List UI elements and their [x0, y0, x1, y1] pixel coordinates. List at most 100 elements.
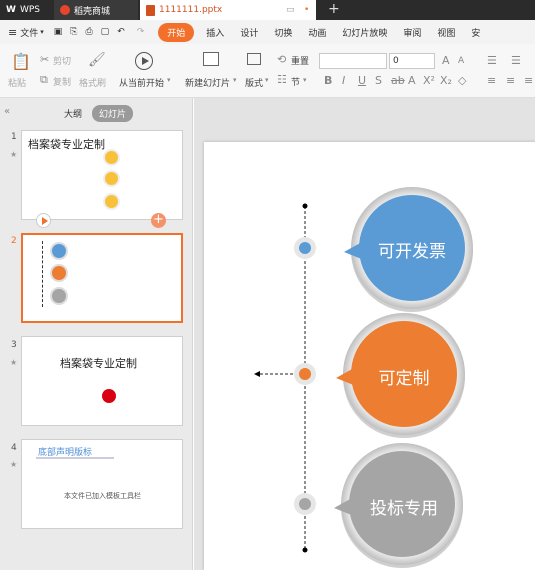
chevron-down-icon: ▾ — [233, 76, 237, 84]
document-tab-label: 1111111.pptx — [159, 5, 223, 15]
print-icon[interactable]: ⎙ — [85, 27, 92, 37]
chevron-down-icon: ▾ — [40, 28, 44, 36]
slide-4-line: 本文件已加入模板工具栏 — [64, 492, 141, 500]
tab-view[interactable]: 视图 — [429, 26, 463, 39]
add-slide-button[interactable]: + — [151, 213, 166, 228]
preview-icon[interactable]: ▢ — [101, 27, 110, 37]
bold-icon[interactable]: B — [324, 74, 332, 87]
document-tab[interactable]: 1111111.pptx ▭ • — [140, 0, 316, 20]
tab-review[interactable]: 审阅 — [395, 26, 429, 39]
wps-tab[interactable]: W WPS — [0, 0, 50, 20]
slide-thumbnail-2[interactable] — [21, 233, 183, 323]
timeline-end-dot — [302, 203, 308, 209]
arrow-head-icon — [254, 371, 260, 377]
wps-label: WPS — [19, 5, 40, 15]
slide-number: 1 — [11, 132, 17, 142]
chevron-down-icon: ▾ — [167, 76, 171, 84]
shadow-icon[interactable]: S — [375, 74, 382, 87]
undo-icon[interactable]: ↶ — [117, 27, 125, 37]
thumb-circle — [50, 287, 68, 305]
subscript-icon[interactable]: X₂ — [440, 74, 452, 87]
clear-format-icon[interactable]: ◇ — [458, 74, 466, 87]
slide-number: 4 — [11, 443, 17, 453]
star-icon: ★ — [10, 460, 18, 469]
font-size-input[interactable]: 0 — [389, 53, 435, 69]
tab-security[interactable]: 安 — [463, 26, 488, 39]
thumb-circle — [103, 193, 120, 210]
scissors-icon: ✂ — [40, 53, 50, 66]
cut-button[interactable]: 剪切 — [53, 54, 71, 67]
chevron-down-icon: ▾ — [303, 76, 307, 84]
slide-thumbnail-1[interactable]: 档案袋专业定制 — [21, 130, 183, 220]
bubble-label-2: 可定制 — [378, 369, 430, 389]
paste-button[interactable]: 粘贴 — [8, 76, 26, 89]
unsaved-dot-icon: • — [304, 5, 310, 15]
tab-animation[interactable]: 动画 — [300, 26, 334, 39]
slide-thumbnail-3[interactable]: 档案袋专业定制 — [21, 336, 183, 426]
reset-button[interactable]: 重置 — [291, 54, 309, 67]
thumb-circle — [103, 149, 120, 166]
numbered-list-icon[interactable]: ☰ — [511, 54, 521, 67]
superscript-icon[interactable]: X² — [423, 74, 435, 87]
hamburger-icon[interactable]: ≡ — [8, 26, 17, 39]
align-right-icon[interactable]: ≡ — [524, 74, 533, 87]
tab-outline[interactable]: 大纲 — [64, 107, 82, 120]
thumb-timeline-line — [42, 241, 43, 307]
tab-home[interactable]: 开始 — [158, 22, 195, 42]
section-button[interactable]: 节 — [291, 75, 300, 88]
new-slide-icon[interactable] — [203, 52, 219, 66]
red-badge — [102, 389, 116, 403]
from-current-button[interactable]: 从当前开始 — [119, 76, 164, 89]
play-icon[interactable] — [135, 52, 153, 70]
tab-slideshow[interactable]: 幻灯片放映 — [334, 26, 395, 39]
align-left-icon[interactable]: ≡ — [487, 74, 496, 87]
strikethrough-icon[interactable]: ab — [391, 74, 405, 87]
timeline-node-dot — [299, 242, 311, 254]
increase-font-icon[interactable]: A — [442, 54, 450, 67]
slide-thumbnail-4[interactable]: 底部声明版标 本文件已加入模板工具栏 — [21, 439, 183, 529]
new-slide-button[interactable]: 新建幻灯片 — [185, 76, 230, 89]
slide-number: 3 — [11, 340, 17, 350]
italic-icon[interactable]: I — [342, 74, 345, 87]
tab-transitions[interactable]: 切换 — [266, 26, 300, 39]
save-icon[interactable]: ▣ — [54, 27, 63, 37]
section-icon: ☷ — [277, 73, 287, 86]
format-painter-icon: 🖌 — [88, 52, 106, 68]
thumb-subtitle-line — [36, 457, 114, 459]
format-painter-button[interactable]: 格式刷 — [79, 76, 106, 89]
ribbon: 📋 粘贴 ✂ 剪切 ⧉ 复制 🖌 格式刷 从当前开始 ▾ 新建幻灯片 ▾ 版式 … — [0, 44, 535, 98]
layout-button[interactable]: 版式 — [245, 76, 263, 89]
monitor-icon[interactable]: ▭ — [286, 5, 295, 15]
layout-icon[interactable] — [247, 53, 261, 65]
timeline-node-dot — [299, 498, 311, 510]
slide-editor[interactable]: 可开发票 可定制 投标专用 — [204, 142, 535, 570]
bubble-label-1: 可开发票 — [378, 242, 446, 262]
star-icon: ★ — [10, 358, 18, 367]
slide-1-title: 档案袋专业定制 — [28, 138, 105, 151]
export-icon[interactable]: ⎘ — [70, 27, 77, 37]
bullet-list-icon[interactable]: ☰ — [487, 54, 497, 67]
copy-button[interactable]: 复制 — [53, 75, 71, 88]
thumb-circle — [103, 170, 120, 187]
tab-slides[interactable]: 幻灯片 — [92, 105, 134, 122]
store-icon — [60, 5, 70, 15]
redo-icon[interactable]: ↷ — [137, 27, 145, 37]
collapse-panel-icon[interactable]: « — [4, 106, 10, 117]
align-center-icon[interactable]: ≡ — [506, 74, 515, 87]
char-spacing-icon[interactable]: A — [408, 74, 416, 87]
decrease-font-icon[interactable]: A — [458, 56, 464, 66]
store-tab[interactable]: 稻壳商城 — [54, 0, 138, 20]
font-name-input[interactable] — [319, 53, 387, 69]
tab-design[interactable]: 设计 — [232, 26, 266, 39]
thumb-circle — [50, 242, 68, 260]
bubble-label-3: 投标专用 — [370, 499, 438, 519]
paste-icon[interactable]: 📋 — [11, 52, 31, 71]
timeline-end-dot — [302, 547, 308, 553]
pptx-file-icon — [146, 4, 155, 16]
new-tab-button[interactable]: + — [328, 1, 340, 17]
tab-insert[interactable]: 插入 — [198, 26, 232, 39]
play-slide-icon[interactable] — [36, 213, 51, 228]
underline-icon[interactable]: U — [358, 74, 366, 87]
title-bar: W WPS 稻壳商城 1111111.pptx ▭ • + — [0, 0, 535, 20]
wps-logo-icon: W — [6, 5, 16, 15]
